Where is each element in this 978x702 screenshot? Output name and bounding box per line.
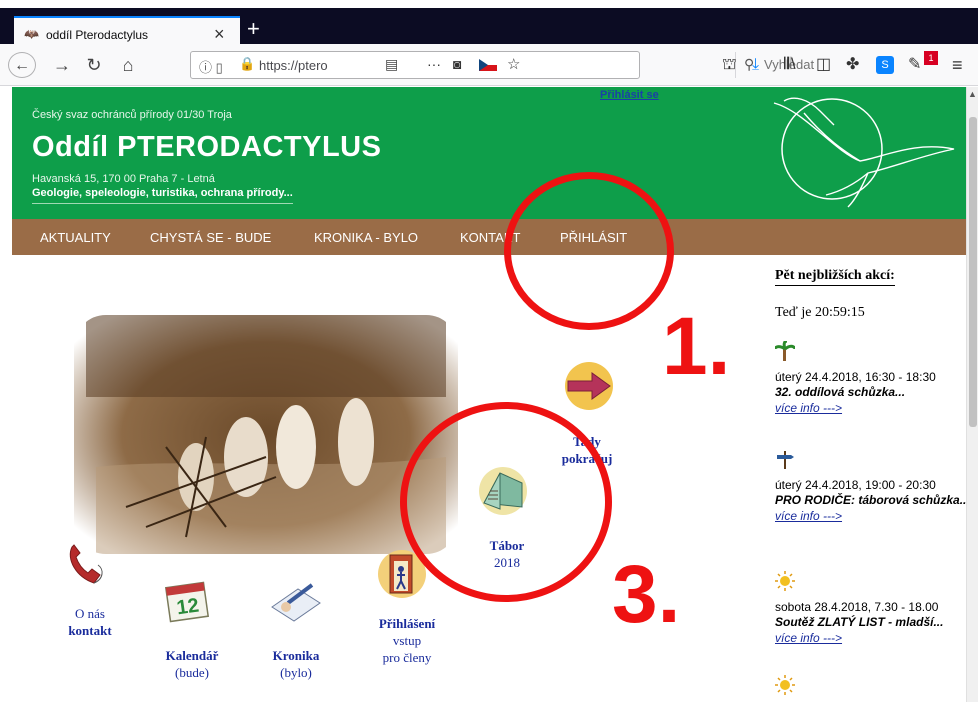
sun-icon xyxy=(775,571,795,591)
pterodactyl-favicon-icon: 🦇 xyxy=(24,27,39,41)
skype-extension-icon[interactable]: S xyxy=(876,56,894,74)
notification-extension-icon[interactable]: ✎ xyxy=(908,56,921,74)
upcoming-events-heading: Pět nejbližších akcí: xyxy=(775,268,895,286)
page-viewport: Český svaz ochránců přírody 01/30 Troja … xyxy=(12,87,966,702)
calendar-link[interactable]: Kalendář (bude) xyxy=(152,647,232,681)
contact-link[interactable]: O nás kontakt xyxy=(56,605,124,639)
chronicle-writing-icon[interactable] xyxy=(268,577,324,627)
event-date: sobota 28.4.2018, 7.30 - 18.00 xyxy=(775,600,939,614)
reload-button[interactable]: ↻ xyxy=(84,52,104,78)
sidebar-icon[interactable]: ◫ xyxy=(816,56,831,74)
browser-tab-bar: 🦇 oddíl Pterodactylus × + xyxy=(0,0,978,52)
contact-link-line1: O nás xyxy=(75,606,105,621)
arrow-continue-icon[interactable] xyxy=(560,361,618,411)
current-time: Teď je 20:59:15 xyxy=(775,305,865,320)
page-actions-icon[interactable]: ··· xyxy=(427,56,441,72)
calendar-icon-number: 12 xyxy=(175,594,200,619)
scroll-thumb[interactable] xyxy=(969,117,977,427)
site-title: Oddíl PTERODACTYLUS xyxy=(32,131,382,163)
contact-link-line2: kontakt xyxy=(68,623,112,638)
telephone-icon[interactable] xyxy=(64,539,108,589)
event-item: sobota 28.4.2018, 7.30 - 18.00 Soutěž ZL… xyxy=(775,571,966,646)
chronicle-link[interactable]: Kronika (bylo) xyxy=(256,647,336,681)
czech-flag-icon[interactable] xyxy=(479,59,497,71)
event-title: 32. oddílová schůzka... xyxy=(775,385,906,399)
download-icon[interactable]: ⤓ xyxy=(752,56,759,74)
address-line: Havanská 15, 170 00 Praha 7 - Letná xyxy=(32,173,215,185)
member-login-line1: Přihlášení xyxy=(378,616,436,631)
menu-aktuality[interactable]: AKTUALITY xyxy=(40,230,111,245)
forward-button[interactable]: → xyxy=(52,52,72,78)
hamburger-menu-icon[interactable]: ≡ xyxy=(952,56,963,74)
event-title: PRO RODIČE: táborová schůzka... xyxy=(775,493,966,507)
member-login-link[interactable]: Přihlášení vstup pro členy xyxy=(362,615,452,666)
event-title: Soutěž ZLATÝ LIST - mladší... xyxy=(775,615,944,629)
back-button[interactable]: ← xyxy=(8,52,36,78)
site-header: Český svaz ochránců přírody 01/30 Troja … xyxy=(12,87,966,219)
calendar-icon[interactable]: 12 xyxy=(162,579,212,625)
reader-view-icon[interactable]: ▤ xyxy=(385,56,398,73)
bookmark-star-icon[interactable]: ☆ xyxy=(507,55,520,73)
event-date: úterý 24.4.2018, 19:00 - 20:30 xyxy=(775,478,936,492)
member-login-line2: vstup xyxy=(392,633,422,648)
chronicle-link-line2: (bylo) xyxy=(280,665,312,680)
pterodactyl-logo xyxy=(773,97,955,208)
close-tab-icon[interactable]: × xyxy=(214,24,225,44)
annotation-circle-3 xyxy=(400,402,612,602)
url-bar[interactable]: ⓘ ▯ 🔒 https://ptero ▤ ··· ◙ ☆ ⚲ Vyhledat xyxy=(190,51,814,79)
event-more-link[interactable]: více info ---> xyxy=(775,400,966,416)
new-tab-button[interactable]: + xyxy=(247,18,260,40)
annotation-number-3: 3. xyxy=(612,549,681,640)
palm-tree-icon xyxy=(773,339,797,361)
event-item: úterý 24.4.2018, 19:00 - 20:30 PRO RODIČ… xyxy=(775,449,966,524)
archive-icon[interactable]: ⛫ xyxy=(722,56,737,74)
sun-icon xyxy=(775,675,795,695)
menu-chysta-se[interactable]: CHYSTÁ SE - BUDE xyxy=(150,230,271,245)
page-scrollbar[interactable]: ▲ xyxy=(966,87,978,702)
calendar-link-line1: Kalendář xyxy=(165,648,219,663)
calendar-link-line2: (bude) xyxy=(175,665,209,680)
event-item: úterý 24.4.2018, 16:30 - 18:30 32. oddíl… xyxy=(773,339,966,416)
event-more-link[interactable]: více info ---> xyxy=(775,630,966,646)
login-link[interactable]: Přihlásit se xyxy=(600,89,659,101)
library-icon[interactable]: 𝄃𝄃\ xyxy=(784,56,796,74)
menu-kronika[interactable]: KRONIKA - BYLO xyxy=(314,230,418,245)
home-button[interactable]: ⌂ xyxy=(118,52,138,78)
member-login-line3: pro členy xyxy=(382,650,432,665)
topics-line: Geologie, speleologie, turistika, ochran… xyxy=(32,187,293,204)
scroll-up-arrow-icon[interactable]: ▲ xyxy=(968,89,977,99)
signpost-icon xyxy=(777,451,794,469)
url-text[interactable]: https://ptero xyxy=(259,58,349,73)
tab-title: oddíl Pterodactylus xyxy=(46,28,149,42)
annotation-number-1: 1. xyxy=(662,301,731,392)
event-date: úterý 24.4.2018, 16:30 - 18:30 xyxy=(775,370,936,384)
main-menu: AKTUALITY CHYSTÁ SE - BUDE KRONIKA - BYL… xyxy=(12,219,966,255)
extension-badge: 1 xyxy=(924,51,938,65)
organization-line: Český svaz ochránců přírody 01/30 Troja xyxy=(32,109,232,121)
annotation-circle-1 xyxy=(504,172,674,330)
browser-toolbar: ← → ↻ ⌂ ⓘ ▯ 🔒 https://ptero ▤ ··· ◙ ☆ ⚲ … xyxy=(0,44,978,86)
chronicle-link-line1: Kronika xyxy=(272,648,320,663)
site-info-icon[interactable]: ⓘ ▯ xyxy=(199,57,223,76)
pocket-icon[interactable]: ◙ xyxy=(453,56,461,72)
extension-icon[interactable]: ✤ xyxy=(846,56,859,74)
lock-icon[interactable]: 🔒 xyxy=(239,56,255,72)
event-more-link[interactable]: více info ---> xyxy=(775,508,966,524)
